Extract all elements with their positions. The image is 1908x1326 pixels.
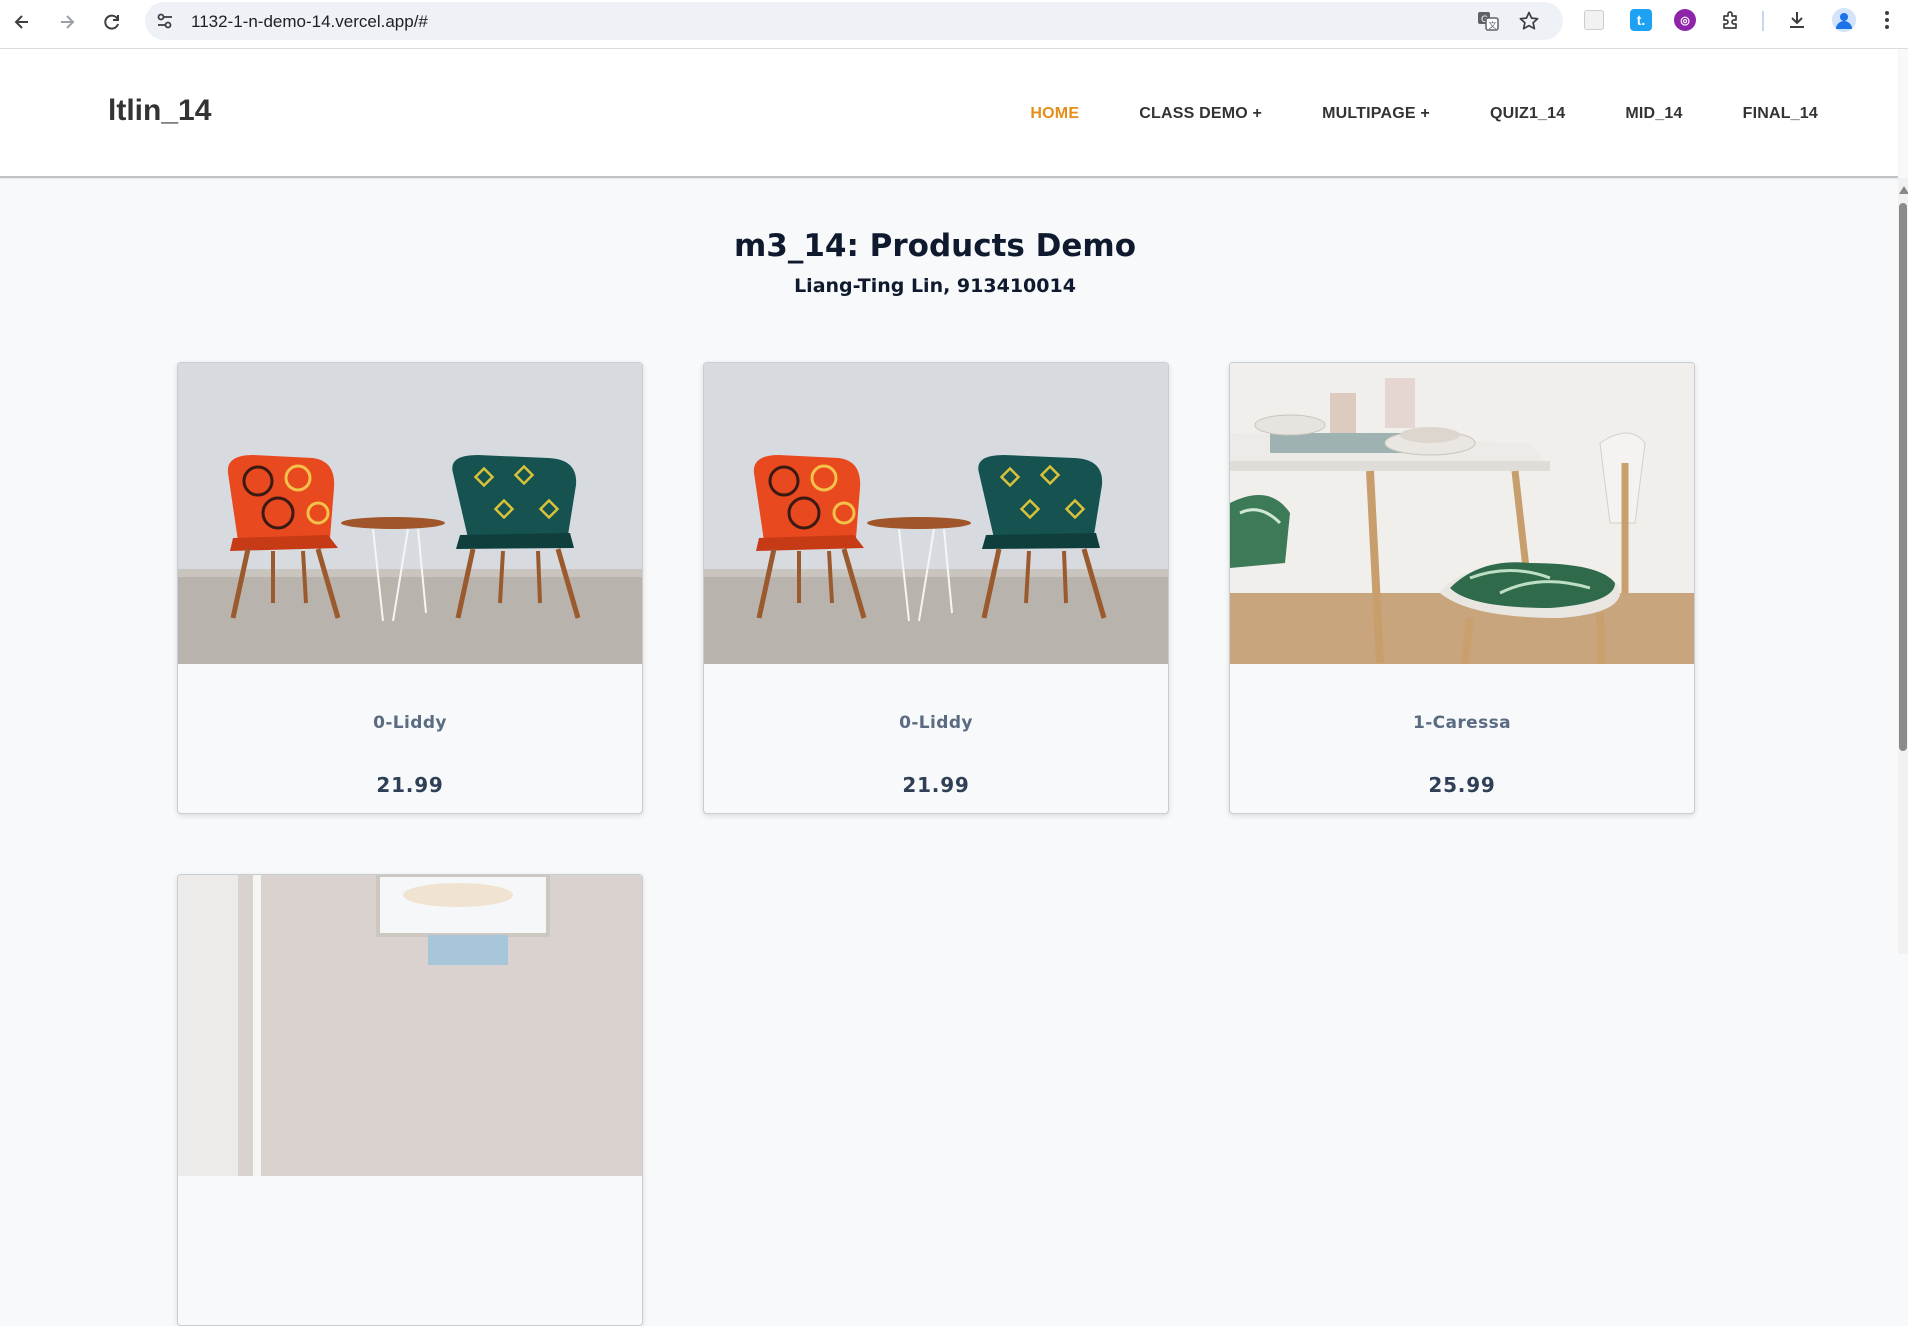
nav-item-multipage[interactable]: MULTIPAGE + bbox=[1322, 105, 1430, 123]
arrow-right-icon bbox=[61, 15, 75, 29]
site-settings-icon[interactable] bbox=[155, 11, 175, 31]
product-image bbox=[178, 875, 642, 1176]
page-scrollbar[interactable] bbox=[1898, 178, 1908, 954]
reload-icon bbox=[104, 14, 119, 30]
bookmark-star-icon[interactable] bbox=[1518, 10, 1540, 32]
nav-item-final[interactable]: FINAL_14 bbox=[1743, 105, 1818, 123]
product-price: 21.99 bbox=[376, 773, 444, 797]
nav-item-mid[interactable]: MID_14 bbox=[1625, 105, 1682, 123]
product-card[interactable]: 0-Liddy 21.99 bbox=[703, 362, 1169, 814]
extension-blank-icon[interactable] bbox=[1584, 10, 1604, 30]
product-image bbox=[178, 363, 642, 664]
profile-avatar-icon[interactable] bbox=[1832, 8, 1856, 32]
product-price: 25.99 bbox=[1428, 773, 1496, 797]
reload-button[interactable] bbox=[96, 6, 128, 38]
product-name: 0-Liddy bbox=[899, 713, 973, 733]
url-text[interactable]: 1132-1-n-demo-14.vercel.app/# bbox=[191, 12, 428, 32]
scroll-up-arrow-icon[interactable] bbox=[1899, 186, 1908, 194]
scroll-thumb[interactable] bbox=[1899, 203, 1907, 751]
site-header: ltlin_14 HOME CLASS DEMO + MULTIPAGE + Q… bbox=[0, 49, 1898, 178]
page-title: m3_14: Products Demo bbox=[733, 228, 1137, 264]
extensions-puzzle-icon[interactable] bbox=[1720, 9, 1742, 31]
product-card[interactable]: 1-Caressa 25.99 bbox=[1229, 362, 1695, 814]
kebab-menu-icon[interactable] bbox=[1876, 9, 1898, 31]
product-card[interactable] bbox=[177, 874, 643, 1326]
product-card[interactable]: 0-Liddy 21.99 bbox=[177, 362, 643, 814]
product-name: 1-Caressa bbox=[1412, 713, 1512, 733]
product-image bbox=[704, 363, 1168, 664]
svg-text:文: 文 bbox=[1489, 20, 1497, 30]
nav-item-home[interactable]: HOME bbox=[1030, 105, 1079, 123]
main-content: m3_14: Products Demo Liang-Ting Lin, 913… bbox=[0, 178, 1898, 1326]
product-name: 0-Liddy bbox=[373, 713, 447, 733]
nav-item-class-demo[interactable]: CLASS DEMO + bbox=[1139, 105, 1262, 123]
download-icon[interactable] bbox=[1786, 9, 1808, 31]
extension-purple-icon[interactable]: ◎ bbox=[1674, 9, 1696, 31]
address-bar[interactable]: 1132-1-n-demo-14.vercel.app/# G 文 bbox=[145, 2, 1563, 40]
forward-button[interactable] bbox=[51, 6, 83, 38]
main-nav: HOME CLASS DEMO + MULTIPAGE + QUIZ1_14 M… bbox=[1030, 105, 1818, 123]
page-subtitle: Liang-Ting Lin, 913410014 bbox=[794, 275, 1076, 297]
translate-icon[interactable]: G 文 bbox=[1477, 10, 1499, 32]
nav-item-quiz1[interactable]: QUIZ1_14 bbox=[1490, 105, 1565, 123]
extension-t-icon[interactable]: t. bbox=[1630, 9, 1652, 31]
product-image bbox=[1230, 363, 1694, 664]
back-button[interactable] bbox=[6, 6, 38, 38]
arrow-left-icon bbox=[14, 15, 28, 29]
browser-toolbar: 1132-1-n-demo-14.vercel.app/# G 文 t. ◎ bbox=[0, 0, 1908, 49]
toolbar-divider bbox=[1762, 11, 1764, 31]
brand-logo[interactable]: ltlin_14 bbox=[108, 94, 211, 128]
product-price: 21.99 bbox=[902, 773, 970, 797]
